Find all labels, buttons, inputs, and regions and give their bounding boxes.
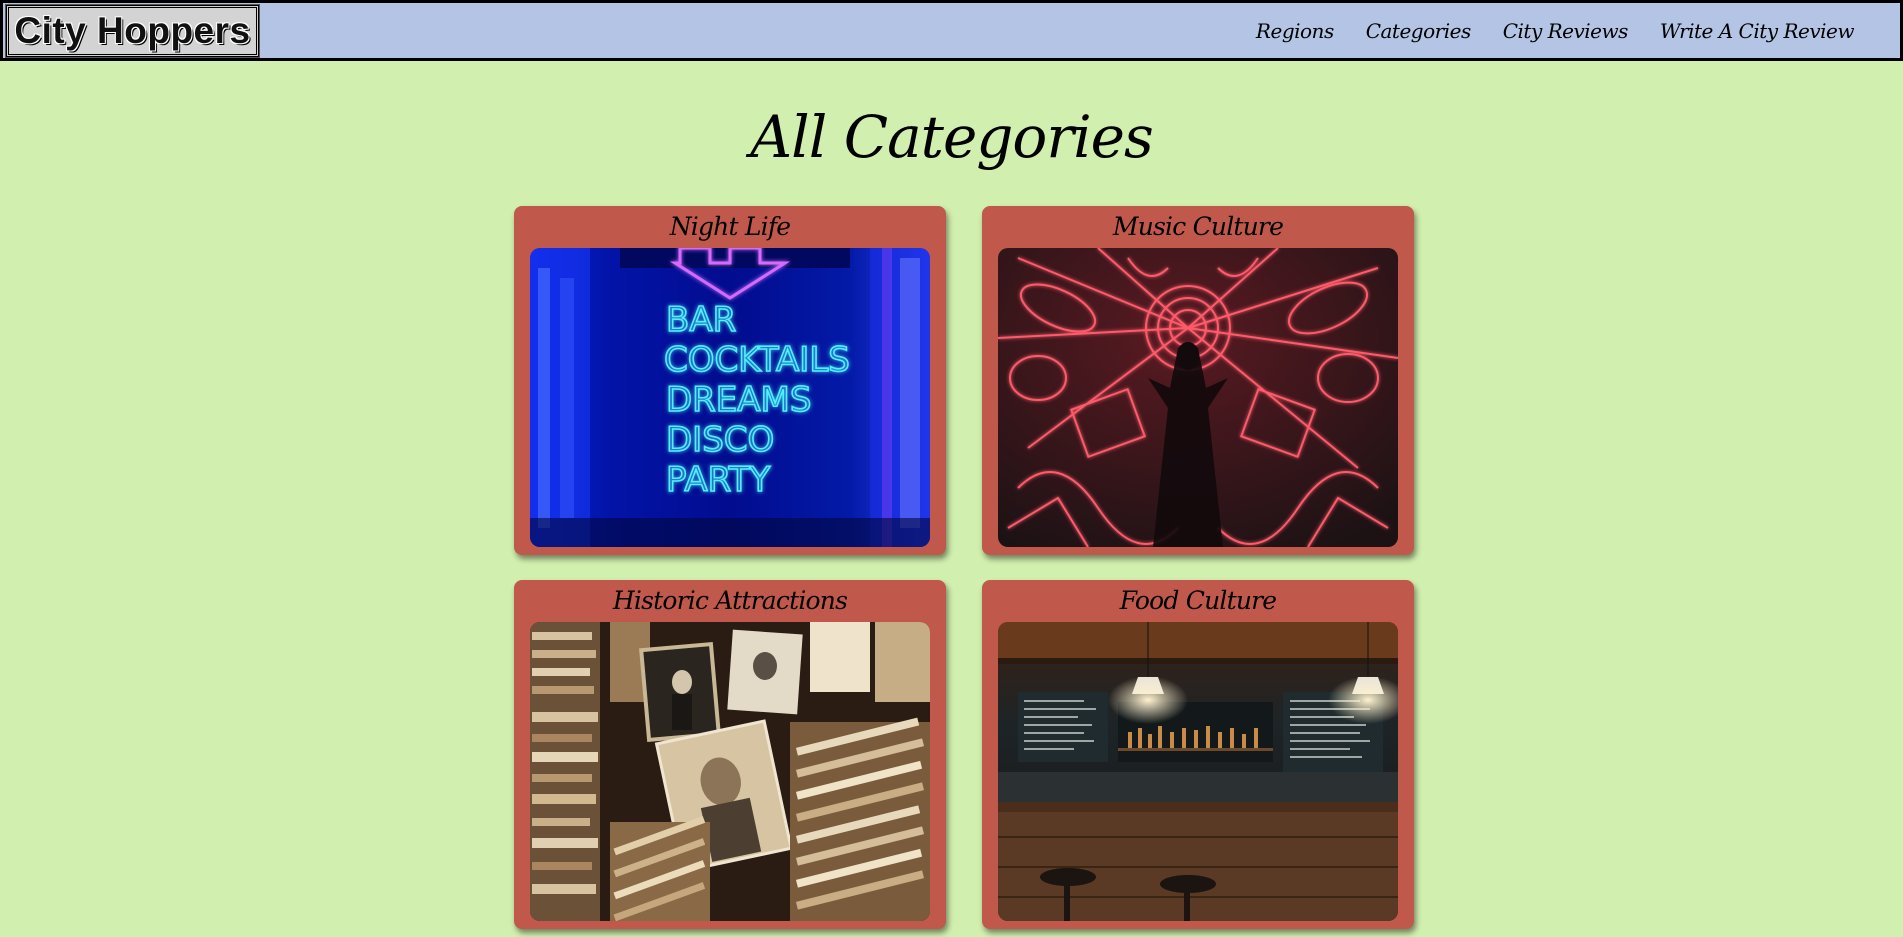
nav-link-write-review[interactable]: Write A City Review xyxy=(1660,19,1855,43)
neon-line-2: COCKTAILS xyxy=(664,340,850,380)
category-title: Historic Attractions xyxy=(612,586,848,615)
neon-bar-sign-image[interactable]: BAR COCKTAILS DREAMS DISCO PARTY xyxy=(530,248,930,547)
top-navbar: City Hoppers Regions Categories City Rev… xyxy=(0,0,1903,61)
nav-links: Regions Categories City Reviews Write A … xyxy=(1256,3,1855,58)
category-card-historic-attractions[interactable]: Historic Attractions xyxy=(514,580,946,929)
category-card-music-culture[interactable]: Music Culture xyxy=(982,206,1414,555)
brand-logo[interactable]: City Hoppers xyxy=(5,4,260,58)
nav-link-city-reviews[interactable]: City Reviews xyxy=(1503,19,1629,43)
category-card-night-life[interactable]: Night Life BAR COCKTAILS DREAMS DISCO PA… xyxy=(514,206,946,555)
category-title: Music Culture xyxy=(1112,212,1284,241)
vintage-photographs-image[interactable] xyxy=(530,622,930,921)
neon-line-1: BAR xyxy=(666,300,736,340)
page-title: All Categories xyxy=(750,103,1153,171)
restaurant-bar-interior-image[interactable] xyxy=(998,622,1398,921)
neon-line-5: PARTY xyxy=(666,460,771,500)
category-card-food-culture[interactable]: Food Culture xyxy=(982,580,1414,929)
nav-link-regions[interactable]: Regions xyxy=(1256,19,1334,43)
neon-line-4: DISCO xyxy=(666,420,774,460)
neon-music-instruments-image[interactable] xyxy=(998,248,1398,547)
nav-link-categories[interactable]: Categories xyxy=(1366,19,1472,43)
neon-line-3: DREAMS xyxy=(666,380,811,420)
category-title: Food Culture xyxy=(1119,586,1277,615)
category-title: Night Life xyxy=(669,212,791,241)
